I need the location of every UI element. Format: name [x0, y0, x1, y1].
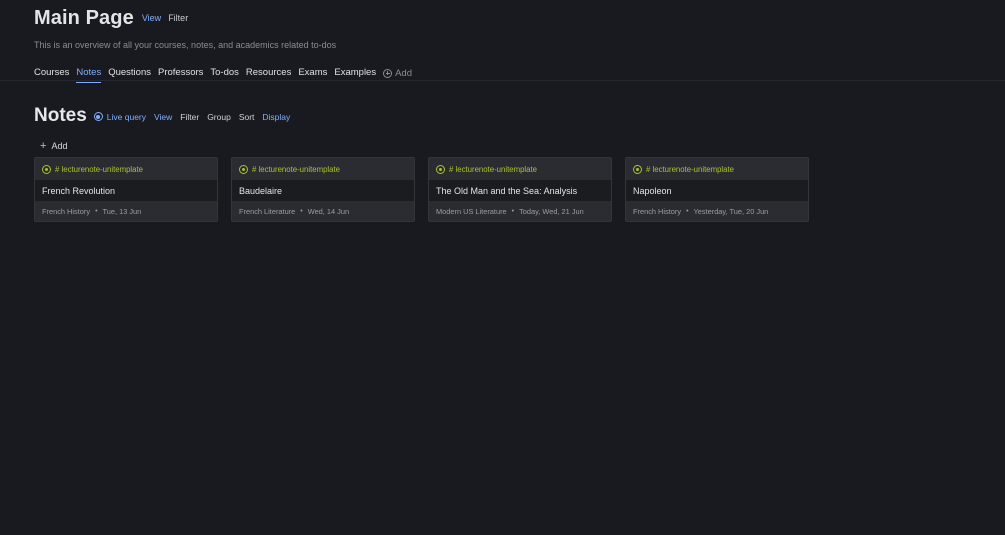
- card-meta: French History • Yesterday, Tue, 20 Jun: [626, 201, 808, 221]
- page-title: Main Page: [34, 6, 134, 29]
- card-course: French History: [633, 206, 682, 216]
- separator-dot: •: [511, 207, 515, 215]
- live-query-icon: [93, 112, 103, 121]
- note-card[interactable]: # lecturenote-unitemplate The Old Man an…: [428, 157, 612, 222]
- card-title[interactable]: Baudelaire: [232, 180, 414, 201]
- card-tag-label: # lecturenote-unitemplate: [646, 164, 734, 174]
- card-tag: # lecturenote-unitemplate: [429, 158, 611, 180]
- header-divider: [0, 80, 1005, 81]
- tab-notes[interactable]: Notes: [76, 67, 101, 83]
- header-filter-button[interactable]: Filter: [168, 13, 188, 23]
- add-tab-button[interactable]: Add: [383, 68, 412, 79]
- card-meta: Modern US Literature • Today, Wed, 21 Ju…: [429, 201, 611, 221]
- section-title: Notes: [34, 105, 87, 126]
- live-query-button[interactable]: Live query: [107, 112, 146, 122]
- separator-dot: •: [95, 207, 98, 215]
- card-date: Wed, 14 Jun: [307, 206, 350, 216]
- separator-dot: •: [686, 207, 689, 215]
- card-date: Today, Wed, 21 Jun: [519, 206, 584, 216]
- card-tag: # lecturenote-unitemplate: [35, 158, 217, 180]
- card-meta: French Literature • Wed, 14 Jun: [232, 201, 414, 221]
- notes-section-header: Notes Live query View Filter Group Sort …: [34, 104, 298, 128]
- page-description: This is an overview of all your courses,…: [34, 40, 337, 50]
- tag-icon: [42, 164, 51, 174]
- section-view-button[interactable]: View: [154, 112, 172, 122]
- card-title[interactable]: Napoleon: [626, 180, 808, 201]
- card-course: French Literature: [239, 206, 296, 216]
- card-title[interactable]: French Revolution: [35, 180, 217, 201]
- tab-examples[interactable]: Examples: [334, 67, 376, 80]
- card-date: Yesterday, Tue, 20 Jun: [693, 206, 769, 216]
- add-tab-label: Add: [395, 67, 412, 79]
- note-card[interactable]: # lecturenote-unitemplate French Revolut…: [34, 157, 218, 222]
- tag-icon: [239, 164, 248, 174]
- header-view-button[interactable]: View: [142, 13, 161, 23]
- tag-icon: [633, 164, 642, 174]
- tag-icon: [436, 164, 445, 174]
- tab-questions[interactable]: Questions: [108, 67, 151, 80]
- card-tag: # lecturenote-unitemplate: [232, 158, 414, 180]
- card-course: French History: [42, 206, 91, 216]
- tab-professors[interactable]: Professors: [158, 67, 203, 80]
- section-display-button[interactable]: Display: [262, 112, 290, 122]
- card-tag: # lecturenote-unitemplate: [626, 158, 808, 180]
- card-date: Tue, 13 Jun: [102, 206, 142, 216]
- tab-resources[interactable]: Resources: [246, 67, 291, 80]
- page-header: Main Page View Filter: [34, 6, 188, 30]
- section-sort-button[interactable]: Sort: [239, 112, 255, 122]
- page: Main Page View Filter This is an overvie…: [0, 0, 1005, 535]
- section-group-button[interactable]: Group: [207, 112, 231, 122]
- card-course: Modern US Literature: [436, 206, 507, 216]
- note-card[interactable]: # lecturenote-unitemplate Baudelaire Fre…: [231, 157, 415, 222]
- tab-exams[interactable]: Exams: [298, 67, 327, 80]
- add-note-label: Add: [51, 141, 68, 151]
- separator-dot: •: [300, 207, 303, 215]
- plus-icon: +: [40, 140, 47, 152]
- section-filter-button[interactable]: Filter: [180, 112, 199, 122]
- card-tag-label: # lecturenote-unitemplate: [449, 164, 537, 174]
- note-card[interactable]: # lecturenote-unitemplate Napoleon Frenc…: [625, 157, 809, 222]
- tab-bar: Courses Notes Questions Professors To-do…: [34, 66, 412, 83]
- card-tag-label: # lecturenote-unitemplate: [55, 164, 143, 174]
- tab-todos[interactable]: To-dos: [210, 67, 239, 80]
- tab-courses[interactable]: Courses: [34, 67, 69, 80]
- add-note-button[interactable]: + Add: [40, 140, 67, 152]
- card-meta: French History • Tue, 13 Jun: [35, 201, 217, 221]
- card-tag-label: # lecturenote-unitemplate: [252, 164, 340, 174]
- card-title[interactable]: The Old Man and the Sea: Analysis: [429, 180, 611, 201]
- plus-circle-icon: [383, 68, 393, 78]
